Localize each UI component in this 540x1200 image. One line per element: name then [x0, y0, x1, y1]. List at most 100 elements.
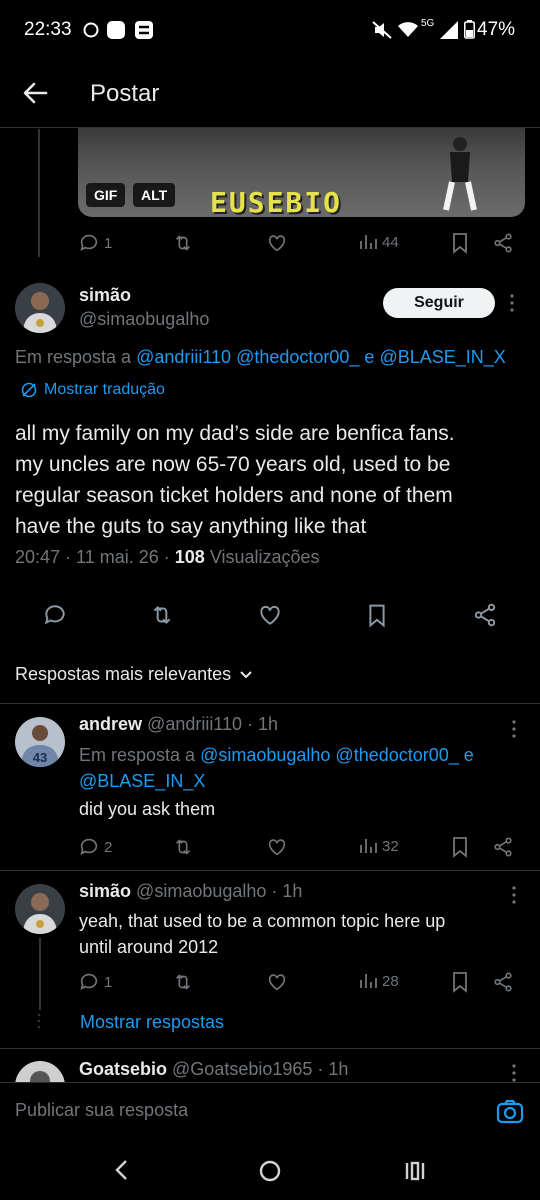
retweet-icon [175, 974, 191, 990]
reply-prefix: Em resposta a [79, 745, 196, 765]
reply-count: 1 [104, 234, 113, 252]
chevron-down-icon [240, 670, 252, 678]
reply-input[interactable]: Publicar sua resposta [15, 1100, 188, 1121]
bookmark-icon[interactable] [366, 603, 388, 628]
retweet-action[interactable] [172, 971, 194, 993]
reply-text: yeah, that used to be a common topic her… [79, 908, 445, 960]
bookmark-action[interactable] [450, 836, 470, 858]
nav-recents-icon[interactable] [404, 1160, 426, 1182]
author-handle[interactable]: @simaobugalho [79, 309, 209, 330]
share-icon [494, 972, 512, 992]
timestamp: 20:47 · 11 mai. 26 · [15, 547, 170, 567]
reply-context: Em resposta a @simaobugalho @thedoctor00… [79, 742, 474, 794]
reply-context: Em resposta a @andriii110 @thedoctor00_ … [15, 347, 540, 368]
share-action[interactable] [492, 232, 514, 254]
share-icon[interactable] [472, 602, 498, 628]
avatar[interactable] [15, 1061, 65, 1082]
like-action[interactable] [266, 836, 288, 858]
reply-author-name[interactable]: simão [79, 881, 131, 901]
reply-icon[interactable] [42, 602, 68, 628]
share-icon [494, 233, 512, 253]
system-nav-bar [0, 1140, 540, 1200]
more-options-icon[interactable] [508, 293, 516, 313]
views-action[interactable]: 32 [358, 836, 399, 856]
reply-icon [80, 234, 98, 251]
tweet-text-line: regular season ticket holders and none o… [15, 484, 453, 507]
reply-action[interactable]: 1 [78, 971, 112, 993]
reply-header: simão @simaobugalho · 1h [79, 881, 302, 902]
reply-action[interactable]: 1 [78, 232, 112, 254]
translate-icon [21, 382, 37, 398]
bookmark-action[interactable] [450, 971, 470, 993]
gif-media[interactable]: GIF ALT EUSEBIO [78, 128, 525, 217]
reply-header: andrew @andriii110 · 1h [79, 714, 278, 735]
retweet-icon[interactable] [149, 602, 175, 628]
more-options-icon[interactable] [510, 885, 518, 905]
alt-badge[interactable]: ALT [133, 183, 176, 207]
reply-users-link[interactable]: @BLASE_IN_X [79, 768, 474, 794]
heart-icon[interactable] [257, 602, 283, 628]
tweet-text: all my family on my dad’s side are benfi… [15, 418, 530, 542]
bookmark-action[interactable] [450, 232, 470, 254]
reply-meta: @simaobugalho · 1h [136, 881, 303, 901]
reply-action[interactable]: 2 [78, 836, 112, 858]
gif-badge: GIF [86, 183, 126, 207]
app-notification-icon [106, 20, 126, 40]
like-action[interactable] [266, 971, 288, 993]
avatar[interactable]: 43 [15, 717, 65, 767]
thread-line [39, 938, 41, 1010]
sim-icon [134, 20, 154, 40]
battery-level: 47% [477, 19, 516, 40]
follow-button[interactable]: Seguir [383, 288, 495, 318]
reply-users-link[interactable]: @andriii110 @thedoctor00_ e @BLASE_IN_X [136, 347, 506, 367]
reply-meta: @Goatsebio1965 · 1h [172, 1059, 349, 1079]
bookmark-icon [453, 972, 467, 993]
avatar[interactable] [15, 884, 65, 934]
chat-bubble-icon [83, 22, 99, 38]
partial-reply: Goatsebio @Goatsebio1965 · 1h [0, 1049, 540, 1082]
more-options-icon[interactable] [510, 1063, 518, 1082]
reply-author-name[interactable]: andrew [79, 714, 142, 734]
more-options-icon[interactable] [510, 719, 518, 739]
reply-text-line: until around 2012 [79, 937, 219, 957]
wifi-icon [398, 22, 418, 38]
translate-label: Mostrar tradução [44, 381, 165, 398]
mute-icon [372, 21, 392, 39]
bookmark-icon [453, 233, 467, 254]
share-action[interactable] [492, 836, 514, 858]
reply-count: 2 [104, 838, 113, 856]
views-total: 108 [174, 547, 205, 567]
translate-link[interactable]: Mostrar tradução [20, 381, 165, 399]
network-type: 5G [421, 18, 435, 29]
like-action[interactable] [266, 232, 288, 254]
top-header: Postar [0, 60, 540, 128]
views-count: 44 [382, 233, 399, 251]
tweet-text-line: all my family on my dad’s side are benfi… [15, 422, 455, 445]
views-action[interactable]: 44 [358, 232, 399, 252]
nav-home-icon[interactable] [258, 1159, 282, 1183]
share-icon [494, 837, 512, 857]
compose-bar: Publicar sua resposta [0, 1082, 540, 1140]
signal-icon [440, 21, 458, 39]
tweet-meta: 20:47 · 11 mai. 26 · 108 Visualizações [15, 547, 320, 568]
retweet-action[interactable] [172, 836, 194, 858]
author-name[interactable]: simão [79, 285, 131, 306]
player-figure [440, 134, 480, 214]
avatar[interactable] [15, 283, 65, 333]
reply-text-line: yeah, that used to be a common topic her… [79, 911, 446, 931]
reply-author-name[interactable]: Goatsebio [79, 1059, 167, 1079]
reply-count: 1 [104, 973, 113, 991]
thread-line [38, 129, 40, 257]
views-action[interactable]: 28 [358, 971, 399, 991]
retweet-action[interactable] [172, 232, 194, 254]
share-action[interactable] [492, 971, 514, 993]
camera-icon[interactable] [496, 1099, 524, 1125]
reply-actions: 1 28 [78, 971, 518, 997]
sort-replies-dropdown[interactable]: Respostas mais relevantes [15, 664, 253, 685]
show-replies-link[interactable]: Mostrar respostas [80, 1012, 224, 1033]
nav-back-icon[interactable] [114, 1158, 130, 1182]
reply-text: did you ask them [79, 799, 216, 819]
reply-users-link[interactable]: @simaobugalho @thedoctor00_ e [200, 745, 474, 765]
battery-icon [464, 20, 475, 39]
back-arrow-icon[interactable] [22, 80, 48, 106]
